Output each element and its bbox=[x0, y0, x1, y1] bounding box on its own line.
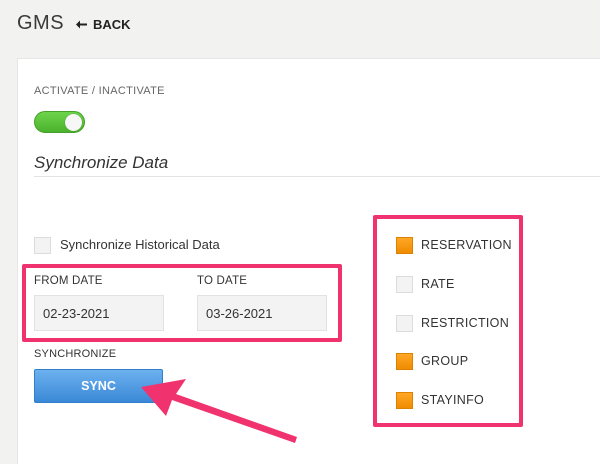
annotation-arrow bbox=[141, 379, 297, 443]
